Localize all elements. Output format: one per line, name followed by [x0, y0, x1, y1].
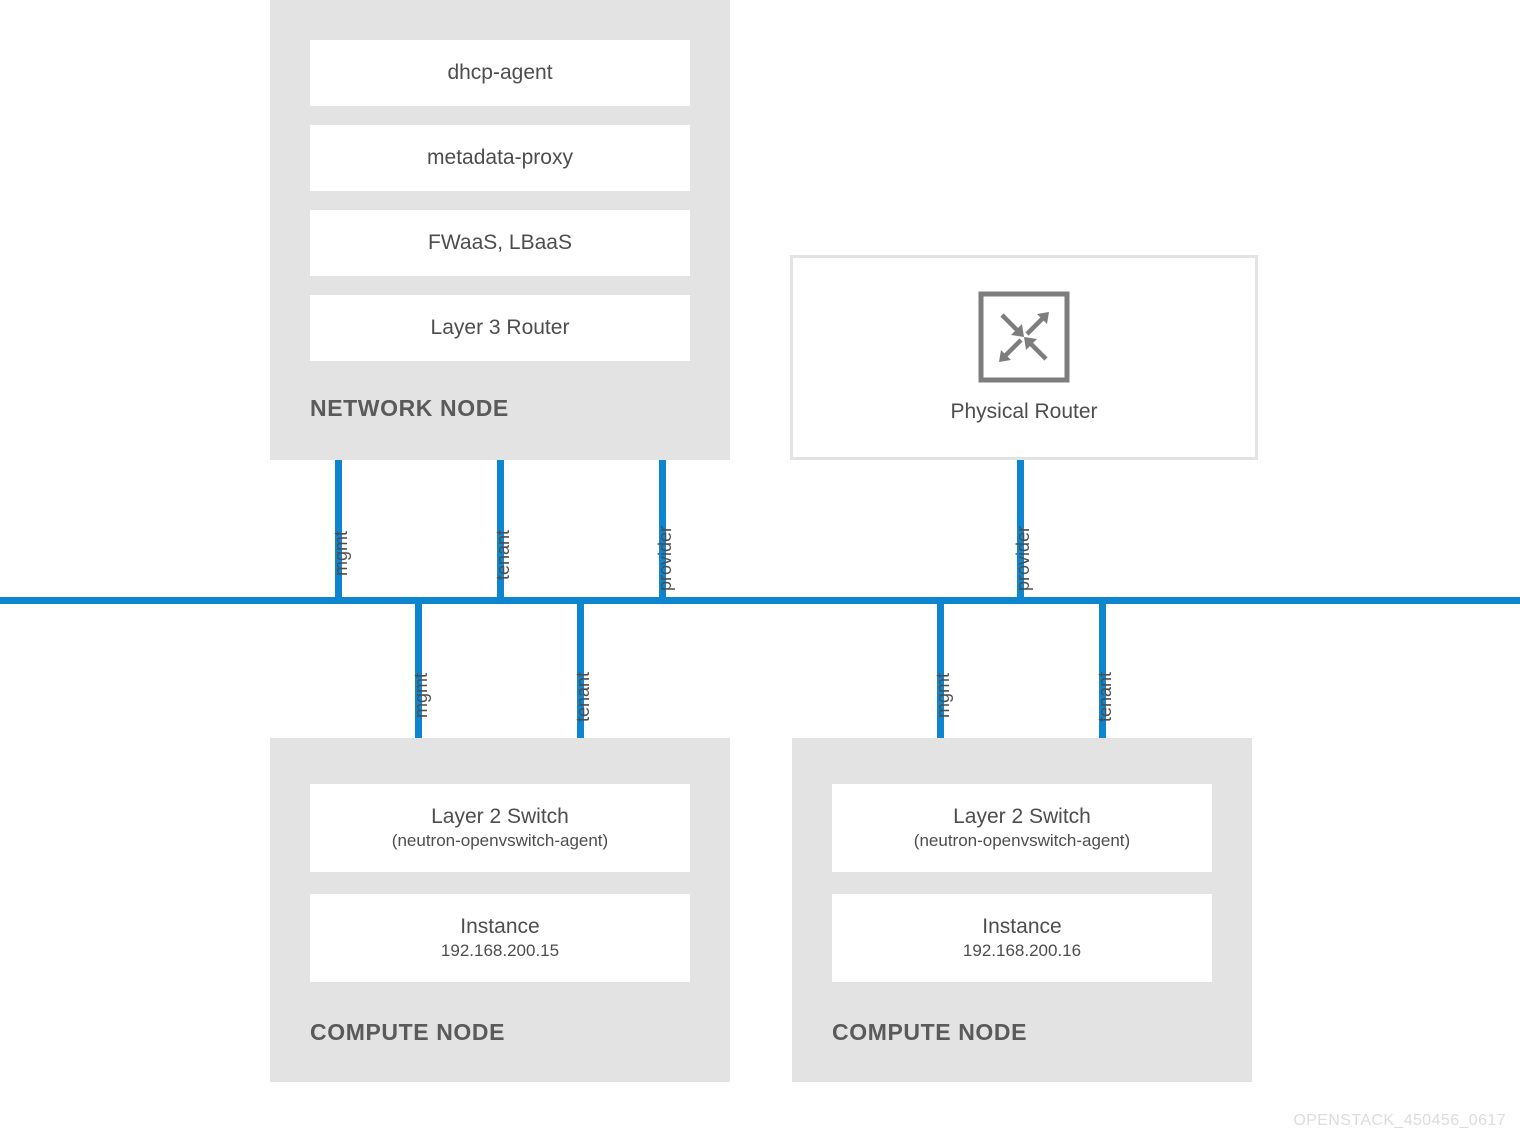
wire-label-physical-router-provider: provider [1013, 525, 1033, 591]
compute-node-1-panel: Layer 2 Switch (neutron-openvswitch-agen… [270, 738, 730, 1082]
compute-node-1-title: COMPUTE NODE [310, 1019, 506, 1045]
network-node-panel: dhcp-agent metadata-proxy FWaaS, LBaaS L… [270, 0, 730, 460]
physical-router-panel: Physical Router [790, 255, 1258, 460]
wire-compute-node-1-mgmt [415, 597, 422, 740]
instance-name: Instance [982, 914, 1062, 938]
wire-label-network-node-provider: provider [655, 525, 675, 591]
compute-node-2-panel: Layer 2 Switch (neutron-openvswitch-agen… [792, 738, 1252, 1082]
instance-ip: 192.168.200.16 [962, 941, 1082, 961]
service-box-fwaas-lbaas: FWaaS, LBaaS [310, 210, 690, 276]
instance-name: Instance [460, 914, 540, 938]
service-box-layer2-switch: Layer 2 Switch (neutron-openvswitch-agen… [832, 784, 1212, 872]
service-box-layer2-switch: Layer 2 Switch (neutron-openvswitch-agen… [310, 784, 690, 872]
wire-label-network-node-tenant: tenant [493, 529, 513, 580]
compute-node-2-title: COMPUTE NODE [832, 1019, 1028, 1045]
wire-label-compute-node-2-tenant: tenant [1095, 671, 1115, 722]
wire-label-compute-node-1-mgmt: mgmt [411, 673, 431, 718]
service-box-layer3-router: Layer 3 Router [310, 295, 690, 361]
wire-label-compute-node-2-mgmt: mgmt [933, 673, 953, 718]
switch-agent: (neutron-openvswitch-agent) [391, 831, 609, 851]
service-box-dhcp-agent: dhcp-agent [310, 40, 690, 106]
service-label: metadata-proxy [427, 145, 573, 169]
service-box-metadata-proxy: metadata-proxy [310, 125, 690, 191]
watermark-label: OPENSTACK_450456_0617 [1293, 1112, 1506, 1129]
instance-ip: 192.168.200.15 [440, 941, 560, 961]
service-label: Layer 3 Router [430, 315, 570, 339]
switch-agent: (neutron-openvswitch-agent) [913, 831, 1131, 851]
switch-name: Layer 2 Switch [953, 804, 1091, 828]
wire-label-compute-node-1-tenant: tenant [573, 671, 593, 722]
switch-name: Layer 2 Switch [431, 804, 569, 828]
network-bus-line [0, 597, 1520, 604]
service-box-instance: Instance 192.168.200.16 [832, 894, 1212, 982]
network-node-title: NETWORK NODE [310, 395, 509, 421]
wire-compute-node-2-mgmt [937, 597, 944, 740]
service-label: FWaaS, LBaaS [428, 230, 572, 254]
router-icon [978, 291, 1070, 388]
physical-router-caption: Physical Router [950, 400, 1098, 423]
wire-label-network-node-mgmt: mgmt [331, 531, 351, 576]
service-label: dhcp-agent [447, 60, 553, 84]
service-box-instance: Instance 192.168.200.15 [310, 894, 690, 982]
network-topology-diagram: dhcp-agent metadata-proxy FWaaS, LBaaS L… [0, 0, 1520, 1142]
